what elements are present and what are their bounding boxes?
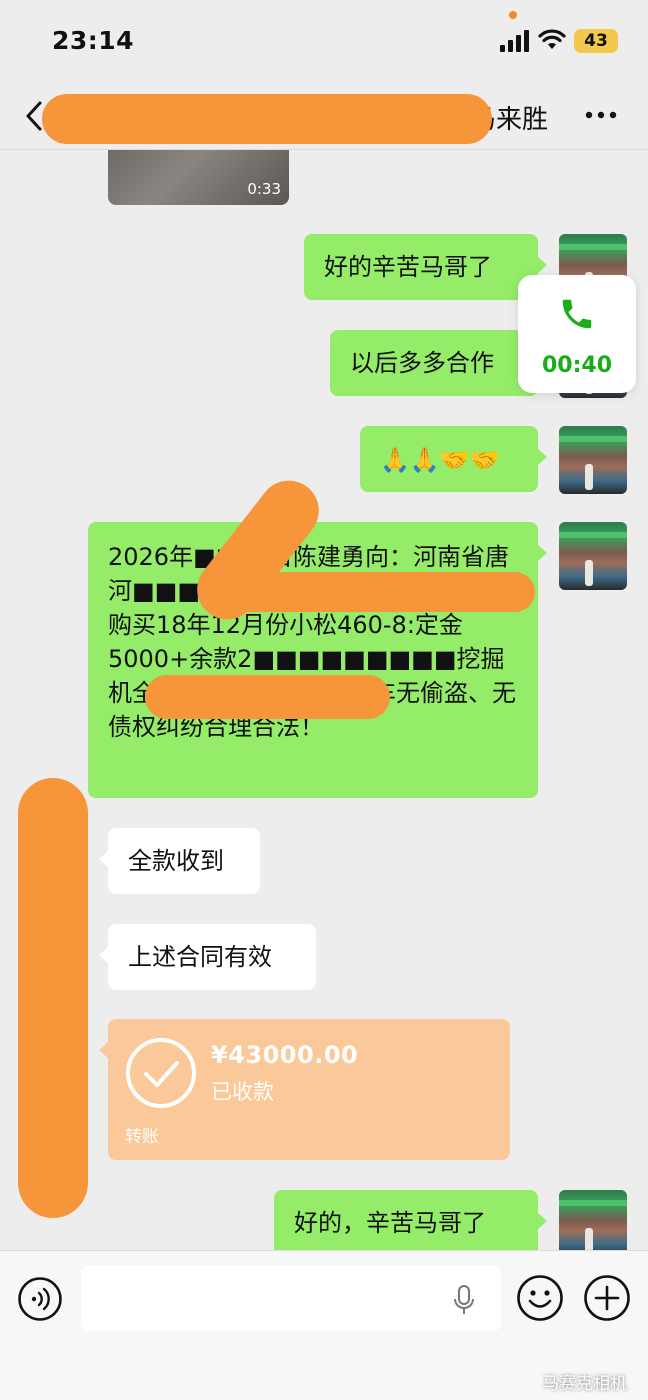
message-text: 全款收到 bbox=[128, 847, 224, 875]
sent-message-bubble[interactable]: 2026年■■15日陈建勇向：河南省唐河■■■■■17号：■■来胜、好兄弟购买1… bbox=[88, 522, 547, 798]
redaction-mark bbox=[42, 94, 492, 144]
video-message[interactable]: 0:33 bbox=[108, 150, 289, 205]
status-bar: 23:14 43 bbox=[0, 0, 648, 84]
privacy-indicator-dot bbox=[509, 11, 517, 19]
my-avatar[interactable] bbox=[559, 426, 627, 494]
video-duration: 0:33 bbox=[247, 180, 281, 198]
my-avatar[interactable] bbox=[559, 522, 627, 590]
received-message-bubble[interactable]: 上述合同有效 bbox=[99, 924, 316, 990]
message-text: 好的辛苦马哥了 bbox=[324, 253, 492, 281]
battery-indicator: 43 bbox=[574, 29, 618, 53]
transfer-amount: ¥43000.00 bbox=[211, 1041, 359, 1069]
message-text: 🙏🙏🤝🤝 bbox=[380, 446, 500, 474]
call-duration: 00:40 bbox=[541, 353, 613, 378]
transfer-status: 已收款 bbox=[211, 1080, 274, 1104]
received-message-bubble[interactable]: 全款收到 bbox=[99, 828, 260, 894]
redaction-mark bbox=[18, 778, 88, 1218]
redaction-mark bbox=[205, 572, 535, 612]
phone-icon bbox=[562, 299, 592, 329]
message-text-input[interactable] bbox=[81, 1265, 501, 1331]
sent-message-bubble[interactable]: 好的，辛苦马哥了 bbox=[274, 1190, 547, 1256]
sent-message-bubble[interactable]: 好的辛苦马哥了 bbox=[304, 234, 547, 300]
my-avatar[interactable] bbox=[559, 1190, 627, 1258]
money-transfer-card[interactable]: ¥43000.00 已收款 转账 bbox=[99, 1019, 510, 1160]
emoji-icon[interactable] bbox=[516, 1274, 564, 1322]
transfer-label: 转账 bbox=[125, 1127, 159, 1147]
status-time: 23:14 bbox=[52, 26, 135, 55]
redaction-mark bbox=[145, 675, 390, 719]
plus-icon[interactable] bbox=[583, 1274, 631, 1322]
message-text: 上述合同有效 bbox=[128, 943, 272, 971]
cellular-signal-icon bbox=[500, 30, 529, 52]
message-input-bar: 马赛克相机 bbox=[0, 1250, 648, 1400]
check-circle-icon bbox=[126, 1038, 196, 1108]
sent-message-bubble[interactable]: 以后多多合作 bbox=[330, 330, 547, 396]
wifi-icon bbox=[538, 29, 566, 49]
microphone-icon[interactable] bbox=[452, 1284, 476, 1316]
sent-message-bubble[interactable]: 🙏🙏🤝🤝 bbox=[360, 426, 547, 492]
message-text: 好的，辛苦马哥了 bbox=[294, 1209, 486, 1237]
voice-call-floating-window[interactable]: 00:40 bbox=[518, 275, 636, 393]
voice-input-icon[interactable] bbox=[17, 1276, 63, 1322]
watermark-text: 马赛克相机 bbox=[542, 1374, 627, 1394]
chat-header: 马来胜 bbox=[0, 84, 648, 150]
message-text: 以后多多合作 bbox=[350, 349, 494, 377]
more-options-icon[interactable] bbox=[584, 108, 618, 122]
